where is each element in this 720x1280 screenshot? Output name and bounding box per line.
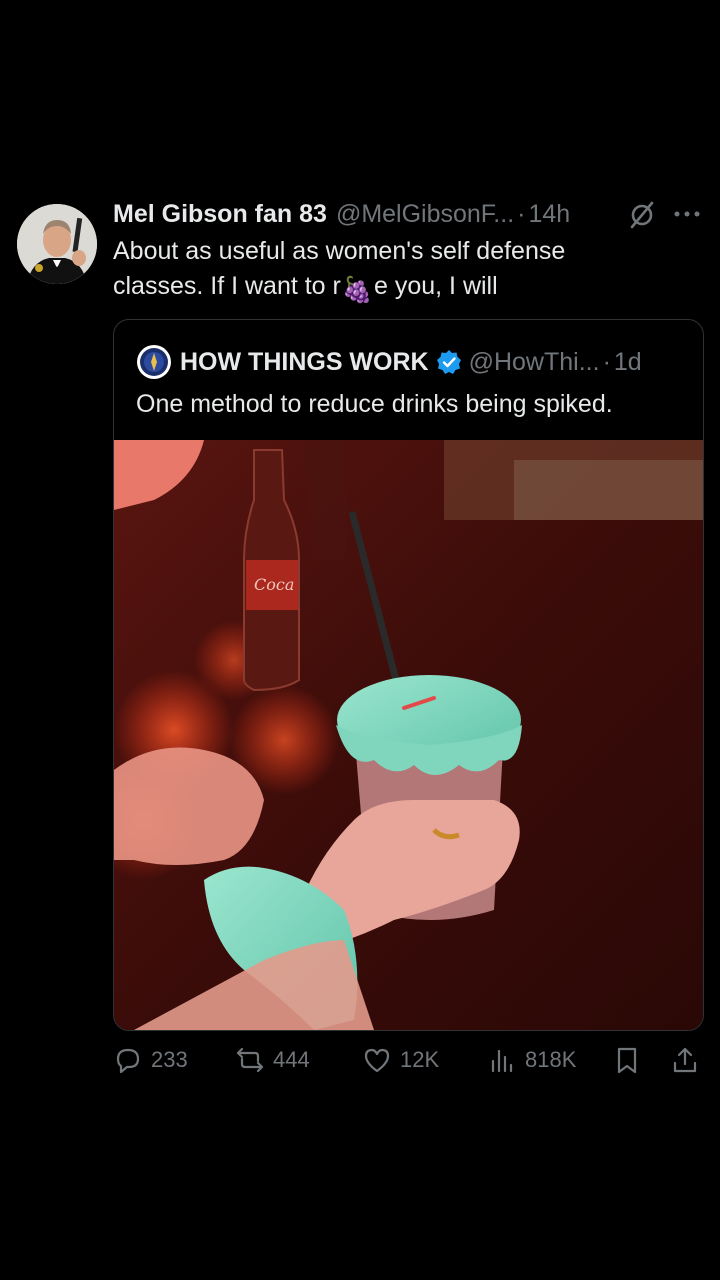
display-name[interactable]: Mel Gibson fan 83 — [113, 200, 327, 229]
quote-separator-dot: · — [602, 347, 611, 376]
tweet-header: Mel Gibson fan 83 @MelGibsonF... · 14h — [113, 196, 703, 232]
tweet-text-before-emoji: classes. If I want to r — [113, 272, 341, 300]
separator-dot: · — [517, 199, 526, 228]
avatar-image — [17, 204, 97, 284]
views-count: 818K — [525, 1047, 577, 1072]
quote-timestamp[interactable]: 1d — [614, 348, 642, 377]
like-count: 12K — [400, 1047, 440, 1072]
tweet-text-line-2: classes. If I want to r🍇e you, I will — [113, 269, 693, 308]
like-button[interactable]: 12K — [362, 1040, 439, 1080]
tweet-timestamp[interactable]: 14h — [528, 200, 570, 229]
grok-icon[interactable] — [627, 200, 657, 230]
svg-text:Coca: Coca — [254, 575, 294, 594]
repost-count: 444 — [273, 1047, 310, 1072]
quote-avatar[interactable] — [136, 344, 172, 380]
quote-handle[interactable]: @HowThi... — [469, 348, 600, 377]
repost-button[interactable]: 444 — [235, 1040, 310, 1080]
tweet-text-after-emoji: e you, I will — [374, 272, 498, 300]
quoted-tweet[interactable]: HOW THINGS WORK @HowThi... · 1d One meth… — [113, 319, 704, 1031]
bookmark-button[interactable] — [612, 1040, 642, 1080]
share-button[interactable] — [670, 1040, 700, 1080]
reply-button[interactable]: 233 — [113, 1040, 188, 1080]
tweet-text: About as useful as women's self defense … — [113, 234, 693, 308]
heart-icon — [364, 1048, 390, 1073]
more-icon[interactable] — [673, 198, 701, 230]
quote-display-name[interactable]: HOW THINGS WORK — [180, 348, 429, 377]
video-frame: Coca — [114, 440, 703, 1030]
bookmark-icon — [617, 1047, 637, 1074]
share-icon — [673, 1047, 697, 1073]
video-player[interactable]: Coca — [114, 440, 703, 1030]
grape-emoji: 🍇 — [341, 276, 373, 304]
views-button[interactable]: 818K — [487, 1040, 576, 1080]
user-handle[interactable]: @MelGibsonF... — [336, 200, 514, 229]
tweet-text-line-1: About as useful as women's self defense — [113, 237, 566, 265]
verified-badge-icon — [436, 350, 461, 374]
repost-icon — [236, 1047, 264, 1073]
reply-count: 233 — [151, 1047, 188, 1072]
views-chart-icon — [491, 1049, 513, 1073]
quote-header: HOW THINGS WORK @HowThi... · 1d — [136, 344, 696, 380]
quote-text: One method to reduce drinks being spiked… — [136, 390, 613, 418]
avatar[interactable] — [17, 204, 97, 284]
action-bar: 233 444 12K 818K — [113, 1040, 703, 1080]
reply-icon — [116, 1048, 140, 1074]
